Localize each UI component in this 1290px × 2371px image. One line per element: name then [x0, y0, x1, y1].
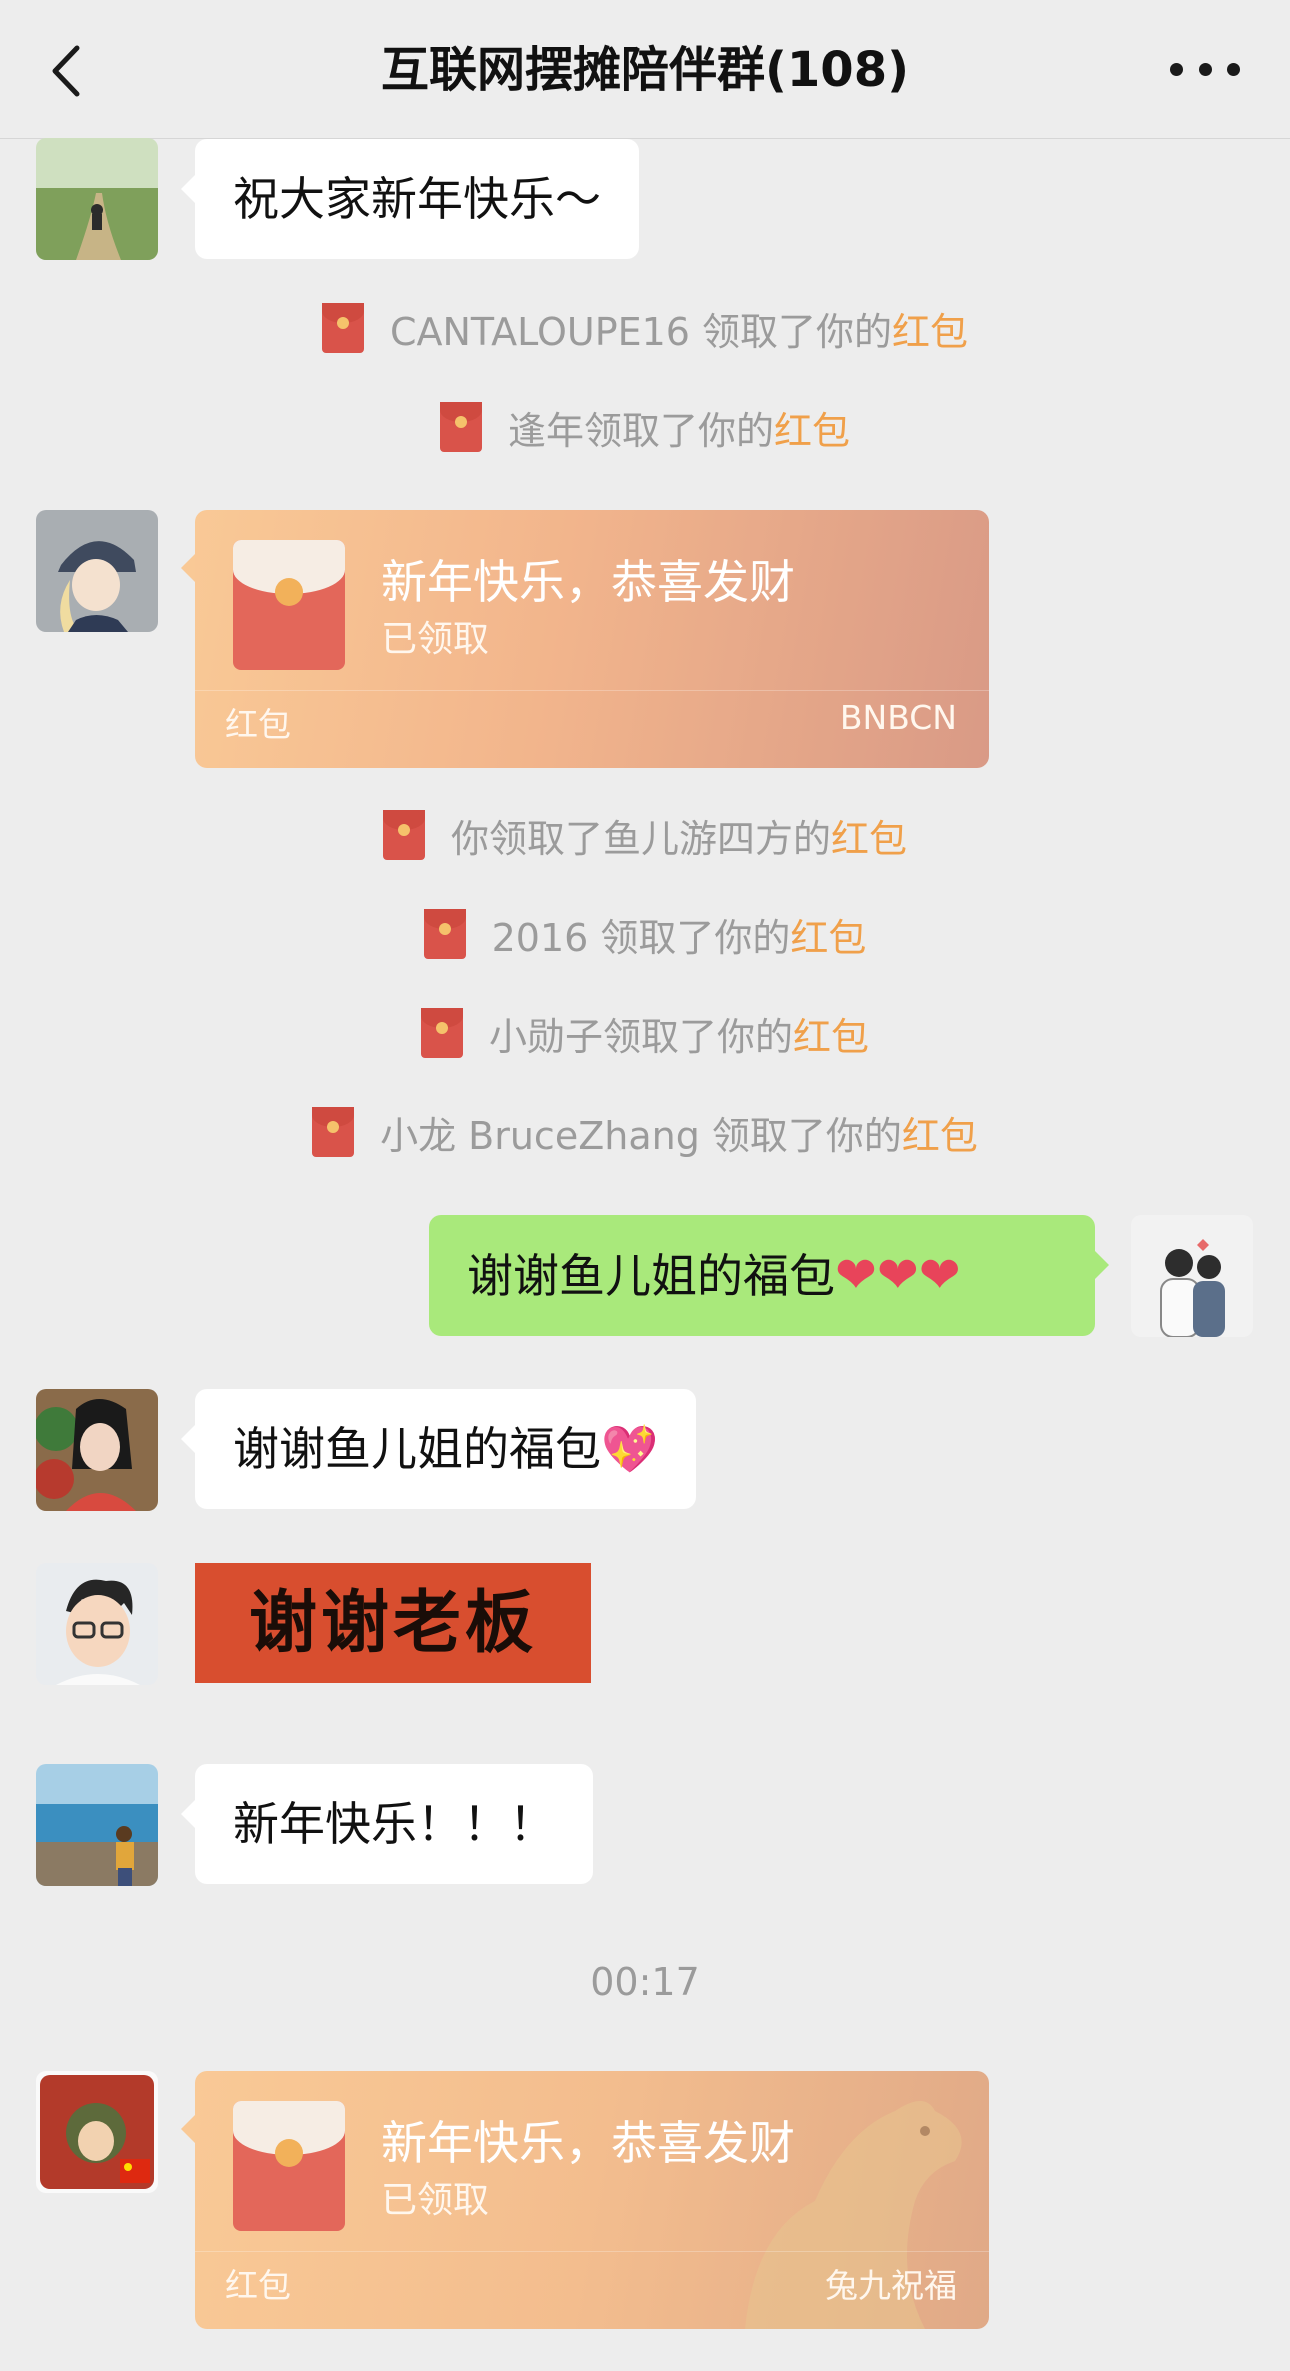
my-message-bubble[interactable]: 谢谢鱼儿姐的福包❤❤❤ — [429, 1215, 1109, 1336]
notice-text: 小勋子领取了你的 — [488, 1014, 793, 1059]
more-button[interactable] — [1170, 44, 1240, 94]
chat-screen: 互联网摆摊陪伴群(108) 祝大家新年快乐～ CANTALOUPE16 领取了你… — [0, 0, 1290, 2371]
packet-source: BNBCN — [839, 698, 957, 737]
red-packet-link[interactable]: 红包 — [902, 1105, 978, 1160]
packet-title: 新年快乐，恭喜发财 — [381, 2116, 795, 2170]
bubble-arrow — [181, 554, 195, 582]
system-notice: CANTALOUPE16 领取了你的 红包 — [0, 298, 1290, 358]
packet-status: 已领取 — [381, 619, 490, 660]
packet-label: 红包 — [225, 2266, 291, 2305]
more-dot — [1227, 62, 1240, 76]
more-dots-icon — [1170, 62, 1183, 76]
avatar[interactable] — [36, 2071, 158, 2193]
back-button[interactable] — [36, 36, 96, 106]
notice-text: 2016 领取了你的 — [491, 915, 791, 960]
timestamp: 00:17 — [590, 1960, 700, 2004]
packet-title: 新年快乐，恭喜发财 — [381, 555, 795, 609]
packet-status: 已领取 — [381, 2180, 490, 2221]
red-packet-card[interactable]: 新年快乐，恭喜发财 已领取 红包 兔九祝福 — [195, 2071, 989, 2329]
my-avatar[interactable] — [1131, 1215, 1253, 1337]
avatar[interactable] — [36, 1389, 158, 1511]
sticker-image[interactable]: 谢谢老板 — [195, 1563, 591, 1683]
red-packet-icon — [321, 303, 364, 353]
packet-label: 红包 — [225, 705, 291, 744]
red-packet-icon — [423, 909, 466, 959]
sticker-text: 谢谢老板 — [248, 1583, 537, 1663]
red-envelope-icon — [233, 2101, 345, 2231]
avatar[interactable] — [36, 1563, 158, 1685]
avatar[interactable] — [36, 1764, 158, 1886]
red-packet-icon — [382, 810, 425, 860]
message-bubble[interactable]: 谢谢鱼儿姐的福包💖 — [180, 1389, 697, 1509]
packet-divider — [195, 2251, 989, 2252]
notice-text: 你领取了鱼儿游四方的 — [450, 816, 831, 861]
sparkling-heart-emoji-icon: 💖 — [601, 1422, 659, 1476]
red-envelope-icon — [233, 540, 345, 670]
red-packet-icon — [420, 1008, 463, 1058]
system-notice: 你领取了鱼儿游四方的 红包 — [0, 805, 1290, 865]
chevron-left-icon — [52, 45, 80, 97]
bubble-arrow — [181, 2115, 195, 2143]
packet-divider — [195, 690, 989, 691]
notice-text: CANTALOUPE16 领取了你的 — [389, 309, 893, 354]
avatar[interactable] — [36, 138, 158, 260]
system-notice: 小龙 BruceZhang 领取了你的 红包 — [0, 1102, 1290, 1162]
packet-source: 兔九祝福 — [825, 2266, 957, 2305]
red-packet-card[interactable]: 新年快乐，恭喜发财 已领取 红包 BNBCN — [195, 510, 989, 768]
red-packet-link[interactable]: 红包 — [790, 907, 866, 962]
system-notice: 2016 领取了你的 红包 — [0, 904, 1290, 964]
red-packet-link[interactable]: 红包 — [793, 1006, 869, 1061]
message-text: 谢谢鱼儿姐的福包 — [467, 1249, 835, 1303]
red-packet-link[interactable]: 红包 — [892, 301, 968, 356]
red-packet-icon — [439, 402, 482, 452]
chat-header: 互联网摆摊陪伴群(108) — [0, 0, 1290, 139]
heart-emoji-icon: ❤❤❤ — [835, 1246, 961, 1304]
system-notice: 逢年领取了你的 红包 — [0, 397, 1290, 457]
message-bubble[interactable]: 新年快乐！！！ — [181, 1764, 593, 1884]
red-packet-link[interactable]: 红包 — [831, 808, 907, 863]
notice-text: 逢年领取了你的 — [507, 408, 774, 453]
chat-title: 互联网摆摊陪伴群(108) — [380, 42, 910, 98]
message-text: 谢谢鱼儿姐的福包 — [233, 1422, 601, 1476]
red-packet-icon — [312, 1107, 355, 1157]
message-bubble[interactable]: 祝大家新年快乐～ — [181, 139, 639, 259]
more-dot — [1198, 62, 1212, 76]
notice-text: 小龙 BruceZhang 领取了你的 — [380, 1113, 902, 1158]
system-notice: 小勋子领取了你的 红包 — [0, 1003, 1290, 1063]
red-packet-link[interactable]: 红包 — [774, 400, 850, 455]
avatar[interactable] — [36, 510, 158, 632]
